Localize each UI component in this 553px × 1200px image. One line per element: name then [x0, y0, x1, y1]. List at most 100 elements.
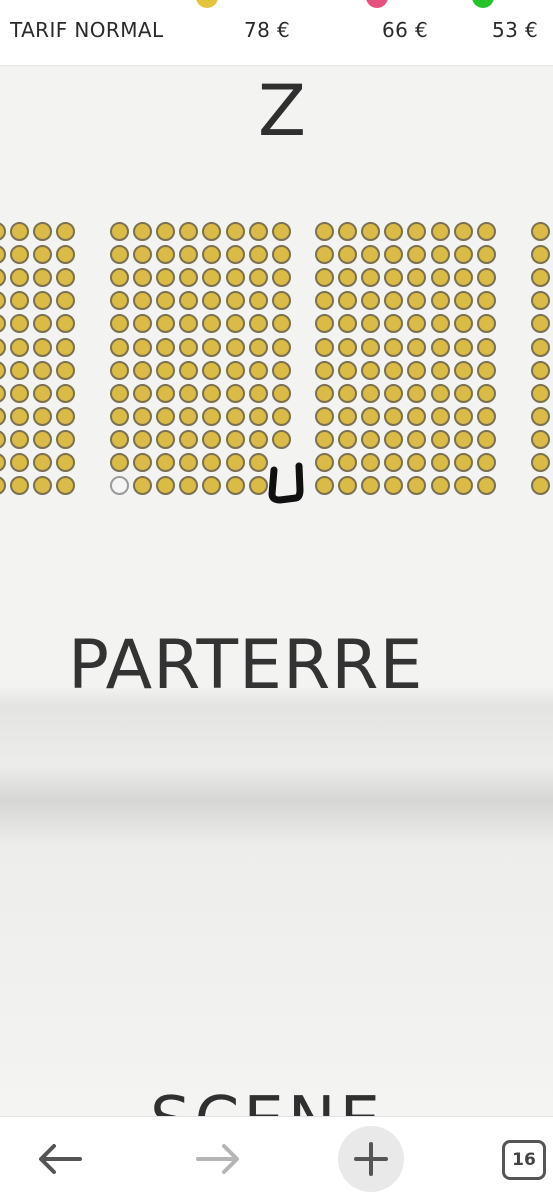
seat[interactable] [110, 245, 129, 265]
seat[interactable] [33, 360, 53, 380]
seat[interactable] [407, 383, 427, 403]
seat[interactable] [10, 453, 30, 472]
seat[interactable] [271, 245, 291, 265]
back-button[interactable] [32, 1137, 88, 1181]
seat[interactable] [453, 245, 473, 265]
seat[interactable] [133, 429, 153, 449]
seat[interactable] [430, 453, 450, 472]
seat[interactable] [225, 383, 245, 403]
seat[interactable] [476, 245, 496, 265]
seat[interactable] [430, 314, 450, 334]
seat[interactable] [133, 337, 153, 357]
seat[interactable] [156, 337, 176, 357]
seat[interactable] [133, 406, 153, 426]
seat[interactable] [430, 268, 450, 288]
seat[interactable] [56, 337, 76, 357]
seat[interactable] [225, 245, 245, 265]
seat[interactable] [476, 476, 496, 496]
seat[interactable] [430, 337, 450, 357]
seat[interactable] [225, 476, 245, 496]
seat[interactable] [453, 291, 473, 311]
seat[interactable] [476, 314, 496, 334]
seat[interactable] [430, 360, 450, 380]
seat[interactable] [33, 406, 53, 426]
seat[interactable] [531, 383, 550, 403]
seat[interactable] [110, 383, 129, 403]
seat[interactable] [202, 360, 222, 380]
seat[interactable] [338, 337, 358, 357]
seat[interactable] [476, 429, 496, 449]
seat[interactable] [430, 476, 450, 496]
seat[interactable] [531, 360, 550, 380]
seat[interactable] [315, 453, 334, 472]
seat[interactable] [453, 268, 473, 288]
seat[interactable] [110, 337, 129, 357]
seat[interactable] [361, 383, 381, 403]
seat[interactable] [476, 406, 496, 426]
seat[interactable] [225, 268, 245, 288]
seat[interactable] [133, 383, 153, 403]
seat[interactable] [453, 360, 473, 380]
seat[interactable] [361, 429, 381, 449]
seat[interactable] [179, 337, 199, 357]
seat[interactable] [10, 383, 30, 403]
seat[interactable] [33, 429, 53, 449]
seat[interactable] [10, 360, 30, 380]
seat[interactable] [202, 383, 222, 403]
seat[interactable] [338, 453, 358, 472]
seat[interactable] [271, 360, 291, 380]
seat[interactable] [430, 406, 450, 426]
seat[interactable] [225, 429, 245, 449]
seat[interactable] [453, 337, 473, 357]
seat[interactable] [33, 337, 53, 357]
seat[interactable] [248, 222, 268, 241]
seat[interactable] [110, 453, 129, 472]
seat[interactable] [453, 406, 473, 426]
seat[interactable] [476, 453, 496, 472]
seat[interactable] [531, 245, 550, 265]
seat[interactable] [315, 429, 334, 449]
seat[interactable] [430, 383, 450, 403]
seat[interactable] [384, 383, 404, 403]
seat[interactable] [315, 383, 334, 403]
seat[interactable] [225, 291, 245, 311]
seat[interactable] [133, 453, 153, 472]
seat[interactable] [10, 337, 30, 357]
seat[interactable] [361, 337, 381, 357]
seat[interactable] [430, 429, 450, 449]
seat[interactable] [248, 245, 268, 265]
seat[interactable] [225, 337, 245, 357]
seat[interactable] [248, 360, 268, 380]
seat[interactable] [248, 476, 268, 496]
seat[interactable] [179, 383, 199, 403]
seat[interactable] [248, 291, 268, 311]
seat[interactable] [225, 406, 245, 426]
seat[interactable] [33, 383, 53, 403]
seat[interactable] [225, 314, 245, 334]
seat[interactable] [156, 360, 176, 380]
seat[interactable] [384, 406, 404, 426]
seat[interactable] [10, 406, 30, 426]
seat[interactable] [315, 337, 334, 357]
seat[interactable] [133, 222, 153, 241]
seat[interactable] [384, 337, 404, 357]
seat[interactable] [407, 337, 427, 357]
seat[interactable] [248, 406, 268, 426]
seat[interactable] [156, 406, 176, 426]
seat[interactable] [315, 360, 334, 380]
seat[interactable] [179, 406, 199, 426]
seat[interactable] [430, 291, 450, 311]
seat[interactable] [248, 314, 268, 334]
seat[interactable] [110, 360, 129, 380]
seat[interactable] [338, 429, 358, 449]
seat[interactable] [271, 268, 291, 288]
new-tab-button[interactable] [338, 1126, 404, 1192]
seat[interactable] [10, 222, 30, 241]
seat[interactable] [453, 476, 473, 496]
seat[interactable] [56, 383, 76, 403]
seat[interactable] [248, 453, 268, 472]
seat[interactable] [407, 360, 427, 380]
seat[interactable] [156, 429, 176, 449]
seat[interactable] [248, 337, 268, 357]
seat[interactable] [56, 406, 76, 426]
